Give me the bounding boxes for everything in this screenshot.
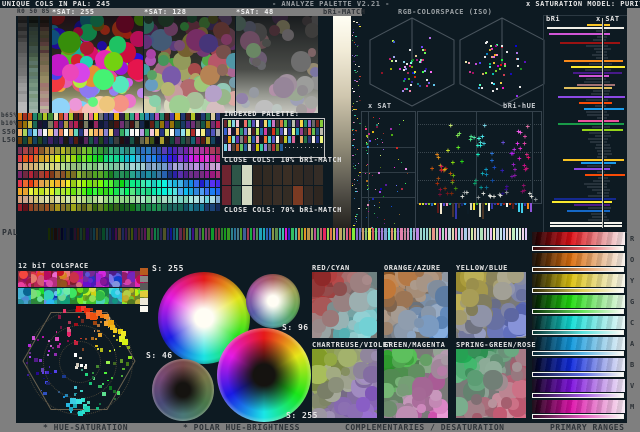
close-cols-70-label: CLOSE COLS: 70% bRi-MATCH — [224, 206, 342, 214]
rgb-cube-2-scatter — [458, 16, 546, 108]
hue-strip-1 — [18, 147, 221, 154]
comp-tile-spring-green-rose — [456, 349, 526, 418]
primary-letter-Y: Y — [630, 277, 635, 285]
mini-legend — [140, 268, 148, 312]
comp-tile-yellow-blue — [456, 272, 526, 338]
primary-ranges-panel — [532, 232, 625, 422]
mini-bars-label: R0 50 85 — [17, 8, 50, 15]
footer-polar-hue-brightness: * POLAR HUE-BRIGHTNESS — [183, 423, 300, 432]
disk-label-2: S: 96 — [282, 323, 309, 332]
comp-tile-chartreuse-violet — [312, 349, 377, 418]
row-label-b65: b65% — [1, 112, 18, 119]
rgb-cube-2 — [458, 16, 546, 108]
bri-sat-bars-panel — [543, 15, 628, 233]
disk-label-3: S: 46 — [146, 351, 173, 360]
disk-label-1: S: 255 — [152, 264, 184, 273]
comp-label-red-cyan: RED/CYAN — [312, 264, 350, 272]
hue-strip-6 — [18, 188, 221, 195]
row-label-l50: L50 — [2, 136, 17, 144]
row-label-s50: S50 — [2, 128, 17, 136]
strip-s50 — [18, 129, 221, 136]
saturation-model-label: x SATURATION MODEL: PURITY — [526, 0, 640, 8]
primary-letter-C: C — [630, 319, 635, 327]
app-title: - ANALYZE PALETTE V2.21 - — [272, 0, 390, 8]
bri-hue-plot: + + + + + + + + + + + + + + + + + + + + + + + + + + + + + + + + + + + + + + + +… — [417, 111, 542, 204]
left-sidebar — [0, 8, 16, 423]
close-cols-row-2 — [222, 186, 324, 205]
primary-letter-B: B — [630, 361, 635, 369]
unique-colors-count: UNIQUE COLS IN PAL: 245 — [2, 0, 111, 8]
comp-tile-orange-azure — [384, 272, 448, 338]
footer-hue-saturation: * HUE-SATURATION — [43, 423, 129, 432]
hue-strip-8 — [18, 204, 221, 211]
ramp-bar-brightness — [18, 16, 27, 114]
xsat-plot — [361, 111, 416, 232]
comp-label-orange-azure: ORANGE/AZURE — [384, 264, 441, 272]
comp-label-yellow-blue: YELLOW/BLUE — [456, 264, 508, 272]
colspace12-tiles — [18, 271, 148, 304]
bars-xsat-header: x SAT — [596, 15, 620, 23]
bri-sat-bars — [545, 24, 627, 230]
indexed-palette-grid — [224, 120, 324, 154]
row-label-b10: b10% — [1, 120, 18, 127]
polar-disk-s96-light — [246, 274, 300, 328]
ramp-bar-warm — [40, 16, 49, 114]
bri-hue-scatter: + + + + + + + + + + + + + + + + + + + + + + + + + + + + + + + + + + + + + + + +… — [430, 121, 538, 205]
colspace12-title: 12 biT COLSPACE — [18, 262, 89, 270]
primary-letter-A: A — [630, 340, 635, 348]
comp-label-chartreuse-violet: CHARTREUSE/VIOLET — [312, 341, 393, 349]
sat-tile-128 — [144, 16, 235, 113]
primary-letter-R: R — [630, 235, 635, 243]
primary-letter-V: V — [630, 382, 635, 390]
xsat-scatter — [362, 112, 415, 231]
sat-tile-48 — [236, 16, 318, 113]
footer-complementaries: COMPLEMENTARIES / DESATURATION — [345, 423, 505, 432]
strip-b65 — [18, 113, 221, 120]
strip-b10 — [18, 121, 221, 128]
rgb-cube-1 — [368, 16, 456, 108]
sat255-label: *SAT: 255 — [52, 8, 95, 16]
hue-saturation-scatter — [20, 302, 138, 420]
indexed-palette-title: INDEXED PALETTE: — [224, 110, 300, 118]
hue-strip-5 — [18, 180, 221, 187]
hue-strip-3 — [18, 163, 221, 170]
close-cols-row-1 — [222, 165, 324, 185]
bri-match-strip — [333, 16, 351, 228]
primary-letters: R O Y G C A B V M — [628, 232, 639, 422]
pal-strip — [48, 228, 528, 240]
analyze-palette-app: UNIQUE COLS IN PAL: 245 - ANALYZE PALETT… — [0, 0, 640, 432]
comp-label-green-magenta: GREEN/MAGENTA — [384, 341, 446, 349]
ramp-bar-green — [29, 16, 38, 114]
close-cols-10-label: CLOSE COLS: 10% bRi-MATCH — [224, 156, 342, 164]
hue-saturation-polar-plot — [20, 302, 138, 420]
sat-tile-255 — [52, 16, 143, 113]
hue-strip-7 — [18, 196, 221, 203]
primary-letter-G: G — [630, 298, 635, 306]
polar-disk-s46-dark — [152, 359, 214, 421]
polar-disk-s255-dark — [217, 328, 311, 422]
strip-l50 — [18, 137, 221, 144]
hue-strip-2 — [18, 155, 221, 162]
bri-match-label: bRi-MATCH — [323, 8, 366, 16]
pal-strip-label: PAL — [2, 228, 18, 237]
footer-primary-ranges: PRIMARY RANGES — [550, 423, 625, 432]
rgb-colorspace-title: RGB-COLORSPACE (ISO) — [398, 8, 493, 16]
comp-label-spring-green-rose: SPRING-GREEN/ROSE — [456, 341, 537, 349]
bri-hue-histogram-spikes — [419, 203, 539, 221]
sat48-label: *SAT: 48 — [236, 8, 274, 16]
disk-label-4: S: 255 — [286, 411, 318, 420]
hue-strip-4 — [18, 171, 221, 178]
bars-bri-header: bRi — [546, 15, 561, 23]
rgb-cube-1-scatter — [368, 16, 456, 108]
comp-tile-red-cyan — [312, 272, 377, 338]
comp-tile-green-magenta — [384, 349, 448, 418]
primary-letter-O: O — [630, 256, 635, 264]
primary-letter-M: M — [630, 403, 635, 411]
sat128-label: *SAT: 128 — [144, 8, 187, 16]
bri-hue-plot-label: bRi-hUE — [503, 102, 537, 110]
xsat-plot-label: x SAT — [368, 102, 392, 110]
